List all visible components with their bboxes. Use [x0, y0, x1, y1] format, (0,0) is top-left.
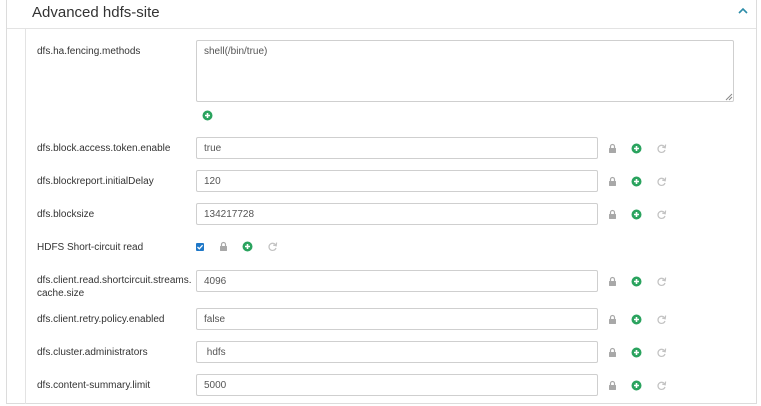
shortcircuit-streams-cache-size-input[interactable] [196, 270, 598, 292]
field-label-line: dfs.client.read.shortcircuit.streams. [37, 275, 192, 286]
short-circuit-read-checkbox[interactable] [196, 243, 204, 251]
fencing-methods-textarea[interactable]: shell(/bin/true) [196, 40, 734, 102]
lock-icon[interactable] [607, 347, 618, 358]
check-icon [197, 244, 204, 250]
lock-icon[interactable] [607, 314, 618, 325]
undo-icon[interactable] [656, 380, 667, 391]
blockreport-initial-delay-input[interactable] [196, 170, 598, 192]
field-label: dfs.blockreport.initialDelay [37, 176, 154, 187]
field-label-line: cache.size [37, 288, 85, 299]
field-label: dfs.cluster.administrators [37, 347, 148, 358]
block-access-token-enable-input[interactable] [196, 137, 598, 159]
plus-circle-icon[interactable] [631, 209, 642, 220]
lock-icon[interactable] [607, 209, 618, 220]
field-label: dfs.client.read.shortcircuit.streams. ca… [37, 274, 192, 300]
undo-icon[interactable] [656, 143, 667, 154]
plus-circle-icon[interactable] [242, 241, 253, 252]
plus-circle-icon[interactable] [631, 176, 642, 187]
undo-icon[interactable] [656, 314, 667, 325]
field-label: dfs.blocksize [37, 209, 95, 220]
field-label: HDFS Short-circuit read [37, 242, 144, 253]
lock-icon[interactable] [607, 380, 618, 391]
field-label: dfs.block.access.token.enable [37, 143, 171, 154]
lock-icon[interactable] [218, 241, 229, 252]
undo-icon[interactable] [267, 241, 278, 252]
lock-icon[interactable] [607, 143, 618, 154]
plus-circle-icon[interactable] [202, 110, 213, 121]
plus-circle-icon[interactable] [631, 347, 642, 358]
lock-icon[interactable] [607, 176, 618, 187]
plus-circle-icon[interactable] [631, 276, 642, 287]
undo-icon[interactable] [656, 347, 667, 358]
content-summary-limit-input[interactable] [196, 374, 598, 396]
field-label: dfs.ha.fencing.methods [37, 46, 141, 57]
client-retry-policy-enabled-input[interactable] [196, 308, 598, 330]
cluster-administrators-input[interactable] [196, 341, 598, 363]
undo-icon[interactable] [656, 176, 667, 187]
blocksize-input[interactable] [196, 203, 598, 225]
panel-title: Advanced hdfs-site [32, 4, 160, 21]
plus-circle-icon[interactable] [631, 143, 642, 154]
panel-header[interactable]: Advanced hdfs-site [7, 0, 756, 29]
undo-icon[interactable] [656, 209, 667, 220]
chevron-up-icon[interactable] [736, 4, 750, 18]
field-label: dfs.content-summary.limit [37, 380, 151, 391]
plus-circle-icon[interactable] [631, 314, 642, 325]
resize-grip-icon[interactable] [725, 93, 733, 101]
field-label: dfs.client.retry.policy.enabled [37, 314, 165, 325]
undo-icon[interactable] [656, 276, 667, 287]
plus-circle-icon[interactable] [631, 380, 642, 391]
lock-icon[interactable] [607, 276, 618, 287]
